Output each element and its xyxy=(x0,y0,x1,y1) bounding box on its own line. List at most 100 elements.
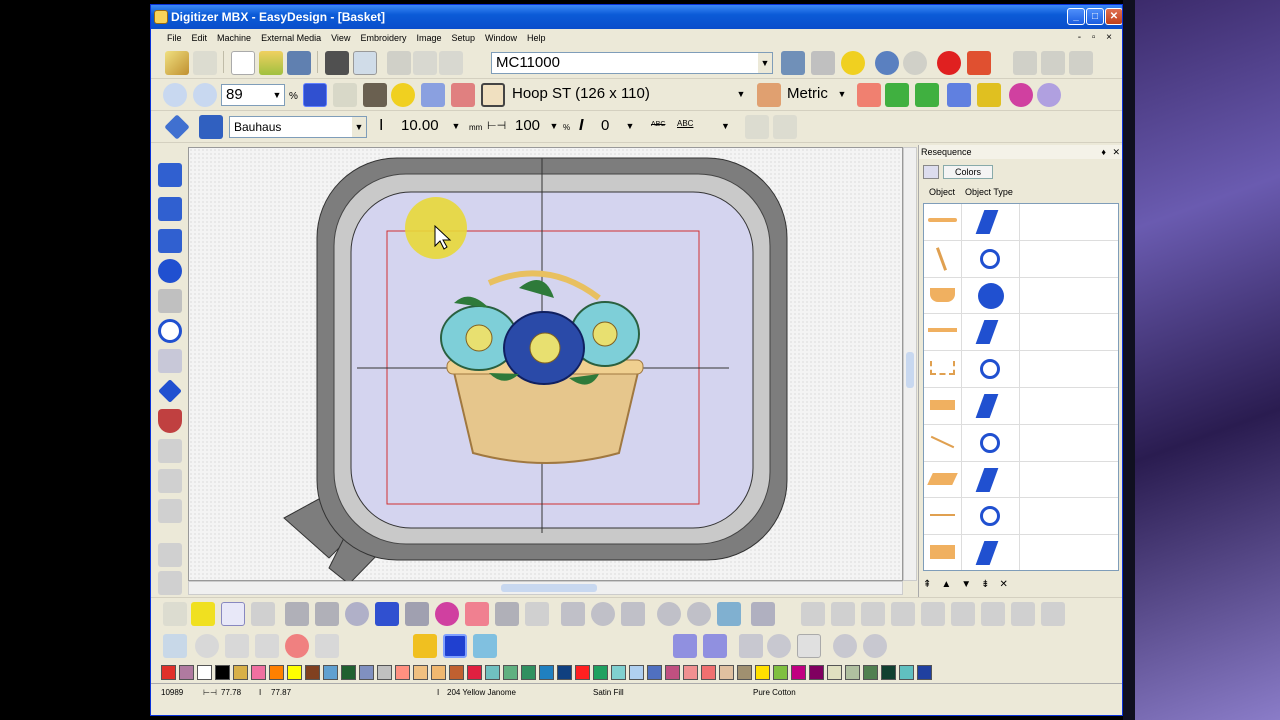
tool-icon[interactable] xyxy=(158,469,182,493)
tool-icon[interactable] xyxy=(591,602,615,626)
open-folder-icon[interactable] xyxy=(259,51,283,75)
add-text-icon[interactable] xyxy=(745,115,769,139)
align-left-icon[interactable] xyxy=(1013,51,1037,75)
color-swatch[interactable] xyxy=(593,665,608,680)
menu-setup[interactable]: Setup xyxy=(446,29,480,47)
sort-colors-icon[interactable] xyxy=(413,634,437,658)
scroll-thumb[interactable] xyxy=(906,352,914,388)
menu-external-media[interactable]: External Media xyxy=(256,29,326,47)
mirror-icon[interactable] xyxy=(285,602,309,626)
color-swatch[interactable] xyxy=(305,665,320,680)
magnet-icon[interactable] xyxy=(405,602,429,626)
close-icon[interactable]: ✕ xyxy=(1112,145,1120,159)
tool-icon[interactable] xyxy=(751,602,775,626)
vertical-scrollbar[interactable] xyxy=(903,147,917,581)
paste-icon[interactable] xyxy=(439,51,463,75)
horizontal-scrollbar[interactable] xyxy=(188,581,903,595)
tool-icon[interactable] xyxy=(158,543,182,567)
print-icon[interactable] xyxy=(325,51,349,75)
pattern-icon[interactable] xyxy=(703,634,727,658)
align-icon[interactable] xyxy=(801,602,825,626)
color-swatch[interactable] xyxy=(665,665,680,680)
menu-edit[interactable]: Edit xyxy=(187,29,213,47)
stop-icon[interactable] xyxy=(967,51,991,75)
tool-icon[interactable] xyxy=(225,634,249,658)
align-right-icon[interactable] xyxy=(1069,51,1093,75)
color-swatch[interactable] xyxy=(359,665,374,680)
chevron-down-icon[interactable]: ▼ xyxy=(734,84,748,104)
color-view-icon[interactable] xyxy=(391,83,415,107)
color-swatch[interactable] xyxy=(467,665,482,680)
undo-icon[interactable] xyxy=(875,51,899,75)
zoom-in-icon[interactable] xyxy=(163,83,187,107)
fill-object-icon[interactable] xyxy=(158,229,182,253)
tool-icon[interactable] xyxy=(285,634,309,658)
star-tool-icon[interactable] xyxy=(158,349,182,373)
chevron-down-icon[interactable]: ▼ xyxy=(835,84,849,104)
width-select[interactable]: 100 ▼ xyxy=(511,116,561,138)
align-icon[interactable] xyxy=(891,602,915,626)
color-swatch[interactable] xyxy=(557,665,572,680)
tool-icon[interactable] xyxy=(797,634,821,658)
align-icon[interactable] xyxy=(981,602,1005,626)
color-swatch[interactable] xyxy=(215,665,230,680)
save-icon[interactable] xyxy=(287,51,311,75)
color-swatch[interactable] xyxy=(449,665,464,680)
diamond-tool-icon[interactable] xyxy=(158,379,182,403)
tshirt-icon[interactable] xyxy=(757,83,781,107)
list-item[interactable] xyxy=(924,204,1118,241)
stitch-view-icon[interactable] xyxy=(303,83,327,107)
grid-icon[interactable] xyxy=(421,83,445,107)
list-item[interactable] xyxy=(924,424,1118,462)
hoop-select[interactable]: Hoop ST (126 x 110) ▼ xyxy=(508,84,748,106)
chevron-down-icon[interactable]: ▼ xyxy=(270,85,284,105)
circle-object-icon[interactable] xyxy=(158,259,182,283)
color-swatch[interactable] xyxy=(881,665,896,680)
tool-icon[interactable] xyxy=(195,634,219,658)
open-object-icon[interactable] xyxy=(158,163,182,187)
thread-spool-icon[interactable] xyxy=(443,634,467,658)
color-swatch[interactable] xyxy=(269,665,284,680)
import-icon[interactable] xyxy=(857,83,881,107)
tool-icon[interactable] xyxy=(739,634,763,658)
text-effect-icon[interactable] xyxy=(773,115,797,139)
color-swatch[interactable] xyxy=(485,665,500,680)
tool-icon[interactable] xyxy=(687,602,711,626)
color-swatch[interactable] xyxy=(395,665,410,680)
menu-view[interactable]: View xyxy=(326,29,355,47)
align-icon[interactable] xyxy=(921,602,945,626)
color-swatch[interactable] xyxy=(323,665,338,680)
zoom-select[interactable]: 89 ▼ xyxy=(221,84,285,106)
wizard-icon[interactable] xyxy=(841,51,865,75)
cut-icon[interactable] xyxy=(387,51,411,75)
pencil-icon[interactable] xyxy=(165,51,189,75)
tool-icon[interactable] xyxy=(621,602,645,626)
color-swatch[interactable] xyxy=(251,665,266,680)
menu-machine[interactable]: Machine xyxy=(212,29,256,47)
menu-window[interactable]: Window xyxy=(480,29,522,47)
chevron-down-icon[interactable]: ▼ xyxy=(449,116,463,136)
chevron-down-icon[interactable]: ▼ xyxy=(623,116,637,136)
flower-icon[interactable] xyxy=(1037,83,1061,107)
stitch-icon[interactable] xyxy=(375,602,399,626)
align-icon[interactable] xyxy=(831,602,855,626)
chevron-down-icon[interactable]: ▼ xyxy=(352,117,366,137)
abc-strike-icon[interactable]: ABC xyxy=(651,121,665,128)
maximize-button[interactable]: □ xyxy=(1086,8,1104,25)
close-button[interactable]: ✕ xyxy=(1105,8,1122,25)
color-swatch[interactable] xyxy=(701,665,716,680)
circle-tool-icon[interactable] xyxy=(158,319,182,343)
list-item[interactable] xyxy=(924,277,1118,315)
color-swatch[interactable] xyxy=(791,665,806,680)
font-select[interactable]: Bauhaus ▼ xyxy=(229,116,367,138)
arc-icon[interactable] xyxy=(158,289,182,313)
color-swatch[interactable] xyxy=(521,665,536,680)
title-bar[interactable]: Digitizer MBX - EasyDesign - [Basket] _ … xyxy=(151,5,1122,29)
color-swatch[interactable] xyxy=(161,665,176,680)
color-swatch[interactable] xyxy=(719,665,734,680)
rotate-icon[interactable] xyxy=(345,602,369,626)
zoom-out-icon[interactable] xyxy=(193,83,217,107)
height-select[interactable]: 10.00 ▼ xyxy=(397,116,463,138)
chevron-down-icon[interactable]: ▼ xyxy=(721,121,730,131)
tool-icon[interactable] xyxy=(525,602,549,626)
